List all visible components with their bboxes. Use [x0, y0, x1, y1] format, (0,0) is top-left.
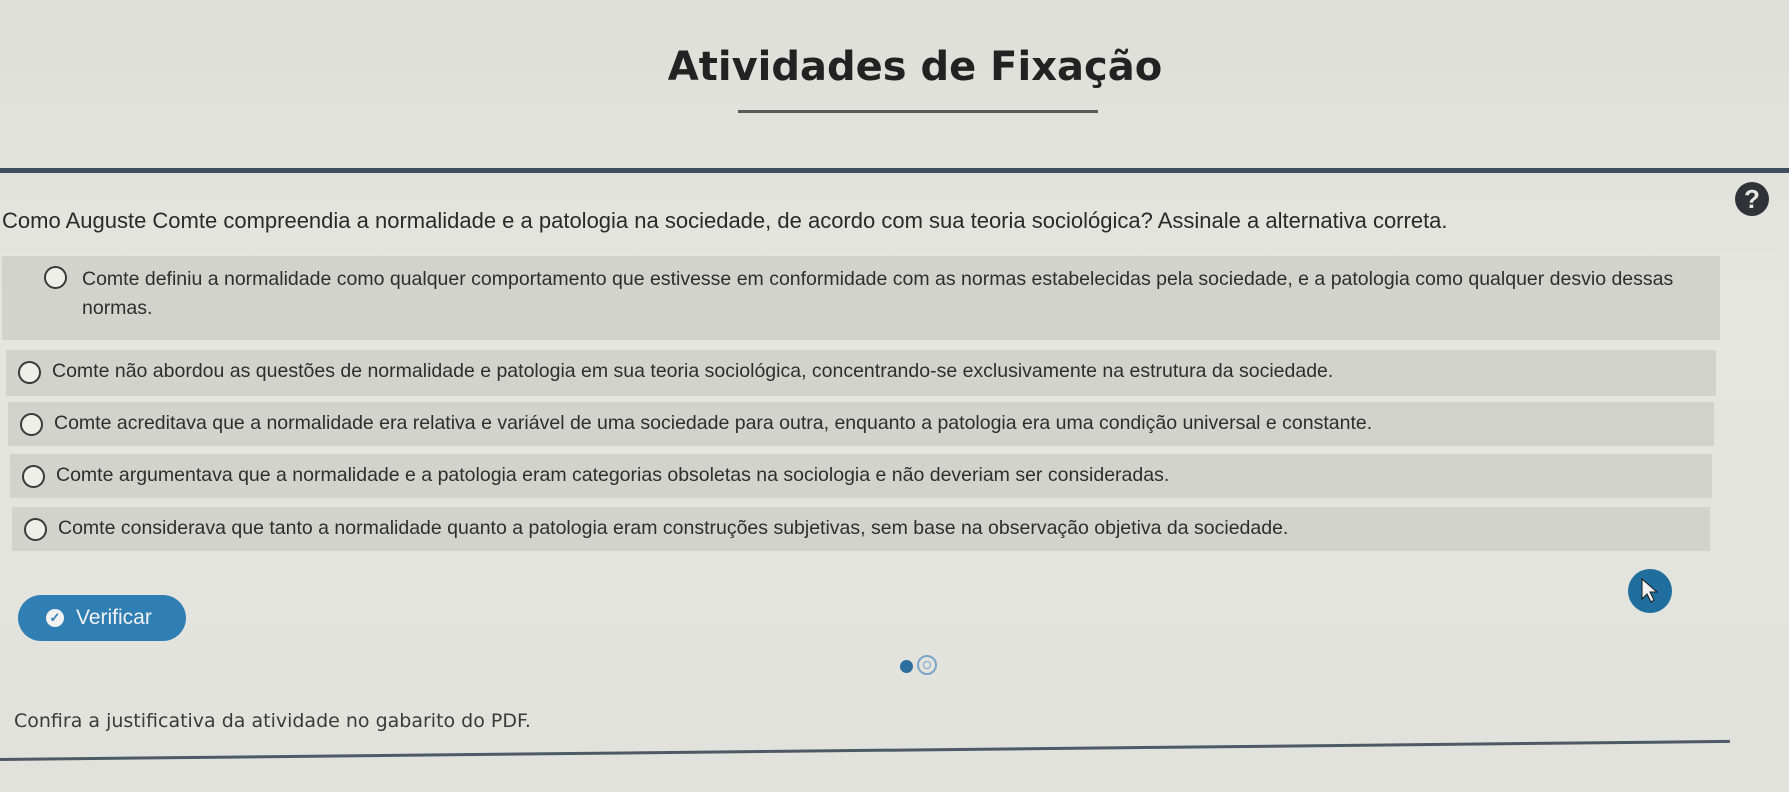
page-title: Atividades de Fixação — [667, 44, 1163, 90]
title-underline — [738, 110, 1098, 113]
section-divider — [0, 168, 1789, 173]
answer-option-text: Comte definiu a normalidade como qualque… — [82, 268, 1674, 319]
answer-option-text: Comte não abordou as questões de normali… — [52, 360, 1334, 382]
check-circle-icon: ✓ — [46, 609, 64, 627]
page-dot-active[interactable] — [900, 660, 913, 673]
answer-option[interactable]: Comte não abordou as questões de normali… — [6, 350, 1716, 396]
question-text: Como Auguste Comte compreendia a normali… — [2, 208, 1448, 233]
verify-button[interactable]: ✓ Verificar — [18, 595, 186, 641]
radio-button[interactable] — [22, 465, 45, 488]
radio-button[interactable] — [20, 413, 43, 436]
radio-button[interactable] — [24, 518, 47, 541]
page-dot[interactable] — [917, 655, 937, 675]
answer-option-text: Comte argumentava que a normalidade e a … — [56, 464, 1170, 486]
footer-note: Confira a justificativa da atividade no … — [14, 710, 531, 732]
radio-button[interactable] — [18, 361, 41, 384]
verify-button-label: Verificar — [76, 606, 152, 629]
answer-option-text: Comte considerava que tanto a normalidad… — [58, 517, 1289, 539]
bottom-divider — [0, 739, 1730, 761]
answer-option[interactable]: Comte acreditava que a normalidade era r… — [8, 402, 1714, 446]
answer-option-text: Comte acreditava que a normalidade era r… — [54, 412, 1373, 434]
mouse-cursor-icon — [1628, 569, 1672, 613]
radio-button[interactable] — [44, 266, 67, 289]
activity-page: Atividades de Fixação ? Como Auguste Com… — [0, 0, 1789, 792]
answer-option[interactable]: Comte considerava que tanto a normalidad… — [12, 507, 1710, 551]
answer-option[interactable]: Comte argumentava que a normalidade e a … — [10, 454, 1712, 498]
help-circle-icon[interactable]: ? — [1735, 182, 1769, 216]
answer-option[interactable]: Comte definiu a normalidade como qualque… — [2, 256, 1720, 340]
